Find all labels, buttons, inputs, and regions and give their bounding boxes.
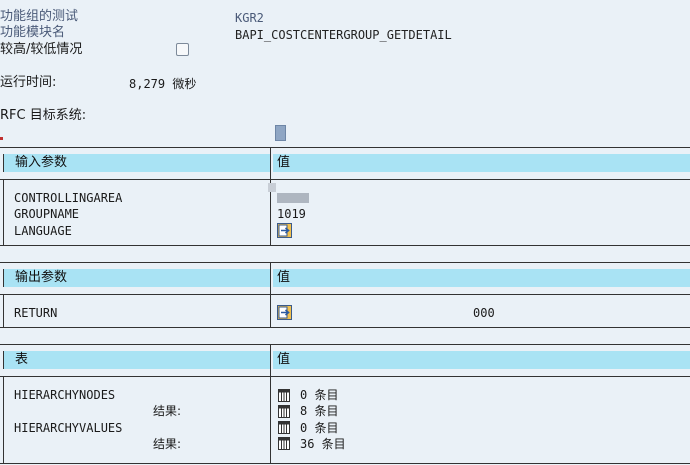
result-label: 结果: bbox=[153, 404, 182, 418]
function-module-label: 功能模块名 bbox=[0, 25, 66, 40]
table-input-count-hierarchyvalues[interactable]: 0 条目 bbox=[300, 421, 338, 435]
param-name-language: LANGUAGE bbox=[14, 224, 72, 238]
function-group-label: 功能组的测试 bbox=[0, 9, 79, 24]
redaction-blur bbox=[268, 183, 276, 192]
import-section-header: 输入参数 值 bbox=[0, 148, 690, 180]
param-name-groupname: GROUPNAME bbox=[14, 207, 80, 221]
upper-lower-case-label: 较高/较低情况 bbox=[0, 42, 83, 57]
import-parameters-title: 输入参数 bbox=[15, 155, 68, 170]
function-module-value: BAPI_COSTCENTERGROUP_GETDETAIL bbox=[235, 28, 452, 42]
tables-section: 表 值 HIERARCHYNODES 0 条目 结果: 8 条目 HIERARC… bbox=[0, 344, 690, 464]
tables-title: 表 bbox=[15, 352, 29, 367]
upper-lower-case-checkbox[interactable] bbox=[176, 43, 189, 56]
param-name-controllingarea: CONTROLLINGAREA bbox=[14, 191, 123, 205]
rfc-target-field[interactable] bbox=[275, 125, 286, 141]
param-name-return: RETURN bbox=[14, 306, 58, 320]
table-result-count-hierarchyvalues[interactable]: 36 条目 bbox=[300, 437, 346, 451]
table-grid-icon[interactable] bbox=[278, 389, 290, 402]
export-value-title: 值 bbox=[277, 270, 291, 285]
red-marker bbox=[0, 137, 3, 140]
param-value-return: 000 bbox=[473, 306, 495, 320]
runtime-value: 8,279 微秒 bbox=[129, 77, 197, 91]
table-name-hierarchyvalues: HIERARCHYVALUES bbox=[14, 421, 123, 435]
table-input-count-hierarchynodes[interactable]: 0 条目 bbox=[300, 388, 338, 402]
export-section: 输出参数 值 RETURN 000 bbox=[0, 262, 690, 328]
rfc-target-label: RFC 目标系统: bbox=[0, 108, 87, 123]
table-result-count-hierarchynodes[interactable]: 8 条目 bbox=[300, 404, 338, 418]
table-name-hierarchynodes: HIERARCHYNODES bbox=[14, 388, 116, 402]
export-section-header: 输出参数 值 bbox=[0, 263, 690, 295]
runtime-label: 运行时间: bbox=[0, 75, 57, 90]
structure-edit-icon[interactable] bbox=[277, 223, 292, 238]
import-section: 输入参数 值 CONTROLLINGAREA GROUPNAME 1019 LA… bbox=[0, 147, 690, 246]
export-parameters-title: 输出参数 bbox=[15, 270, 68, 285]
function-group-value: KGR2 bbox=[235, 11, 264, 25]
table-grid-icon[interactable] bbox=[278, 405, 290, 418]
param-value-controllingarea-redacted[interactable] bbox=[277, 193, 309, 203]
table-grid-icon[interactable] bbox=[278, 437, 290, 450]
tables-value-title: 值 bbox=[277, 352, 291, 367]
import-value-title: 值 bbox=[277, 155, 291, 170]
param-value-groupname[interactable]: 1019 bbox=[277, 207, 306, 221]
structure-display-icon[interactable] bbox=[277, 305, 292, 320]
result-label: 结果: bbox=[153, 437, 182, 451]
tables-section-header: 表 值 bbox=[0, 345, 690, 377]
table-grid-icon[interactable] bbox=[278, 421, 290, 434]
